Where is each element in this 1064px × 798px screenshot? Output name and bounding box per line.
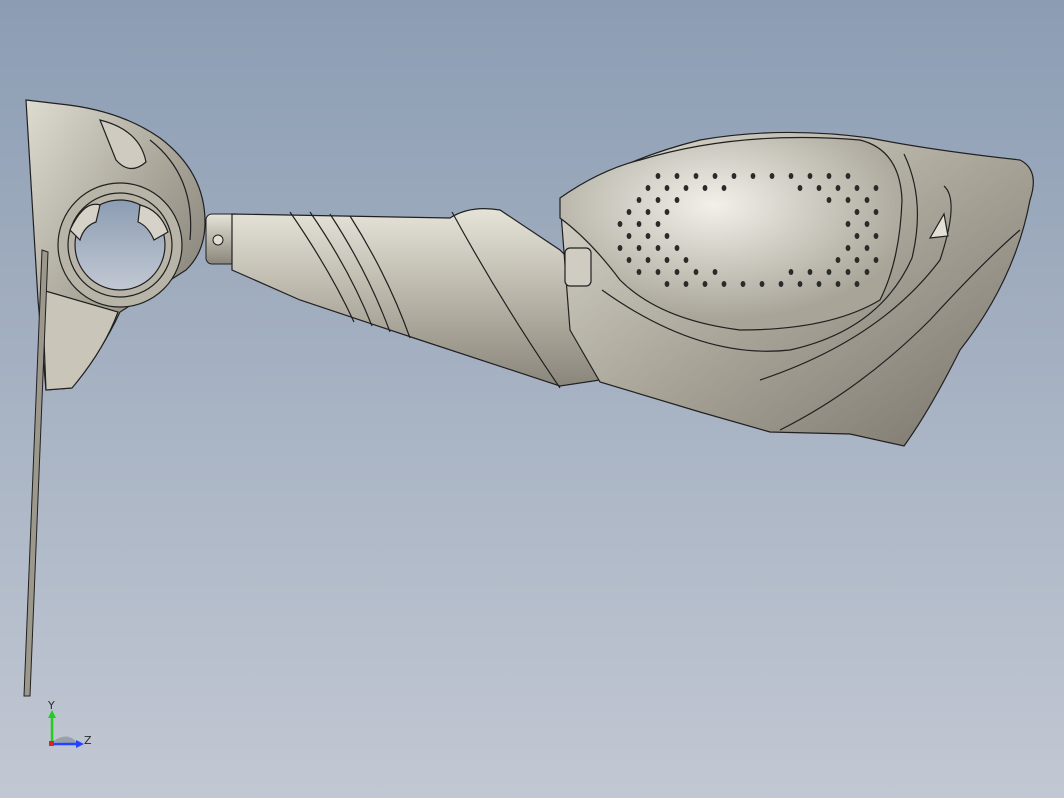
vent-hole [740,281,746,287]
z-axis-label: Z [84,734,92,747]
vent-hole [617,221,623,227]
vent-hole [797,281,803,287]
vent-hole [655,221,661,227]
vent-hole [645,209,651,215]
vent-hole [845,173,851,179]
vent-hole [721,185,727,191]
vent-hole [854,281,860,287]
vent-hole [626,233,632,239]
vent-hole [664,209,670,215]
vent-hole [636,221,642,227]
vent-hole [626,209,632,215]
vent-hole [864,221,870,227]
vent-hole [721,281,727,287]
vent-hole [807,269,813,275]
vent-hole [816,185,822,191]
vent-hole [674,245,680,251]
vent-hole [712,173,718,179]
vent-hole [854,185,860,191]
pin-screw [212,234,224,246]
vent-hole [854,233,860,239]
vent-hole [683,281,689,287]
vent-hole [636,197,642,203]
vent-hole [845,221,851,227]
vent-hole [797,185,803,191]
vent-hole [826,173,832,179]
vent-hole [617,245,623,251]
vent-hole [864,245,870,251]
vent-hole [636,245,642,251]
vent-hole [655,245,661,251]
vent-hole [864,197,870,203]
z-axis-head [76,740,84,748]
vent-hole [826,269,832,275]
vent-hole [769,173,775,179]
vent-hole [845,245,851,251]
vent-hole [702,185,708,191]
vent-hole [835,185,841,191]
vent-hole [664,257,670,263]
cad-graphics-viewport[interactable]: Y Z [0,0,1064,798]
vent-hole [645,257,651,263]
vent-hole [655,269,661,275]
vent-hole [683,185,689,191]
vent-hole [636,269,642,275]
vent-hole [835,257,841,263]
vent-hole [731,173,737,179]
vent-hole [750,173,756,179]
vent-hole [759,281,765,287]
x-axis-marker [49,741,54,746]
vent-hole [807,173,813,179]
vent-hole [645,233,651,239]
axis-triad: Y Z [38,698,108,758]
vent-hole [674,197,680,203]
vent-hole [693,269,699,275]
vent-hole [674,173,680,179]
model-view[interactable] [0,0,1064,798]
vent-hole [835,281,841,287]
vent-hole [655,173,661,179]
vent-hole [845,197,851,203]
vent-hole [816,281,822,287]
vent-hole [645,185,651,191]
vent-hole [664,281,670,287]
vent-hole [864,269,870,275]
vent-hole [826,197,832,203]
side-clip [564,247,592,287]
vent-hole [788,269,794,275]
vent-hole [788,173,794,179]
vent-hole [655,197,661,203]
vent-hole [664,233,670,239]
vent-hole [873,209,879,215]
vent-hole [693,173,699,179]
vent-hole [674,269,680,275]
vent-hole [712,269,718,275]
vent-hole [778,281,784,287]
vent-hole [873,257,879,263]
vent-hole [845,269,851,275]
vent-hole [626,257,632,263]
vent-hole [873,233,879,239]
vent-hole [702,281,708,287]
vent-hole [683,257,689,263]
vent-hole [854,209,860,215]
vent-hole [664,185,670,191]
vent-hole [873,185,879,191]
vent-hole [854,257,860,263]
y-axis-label: Y [48,699,55,712]
